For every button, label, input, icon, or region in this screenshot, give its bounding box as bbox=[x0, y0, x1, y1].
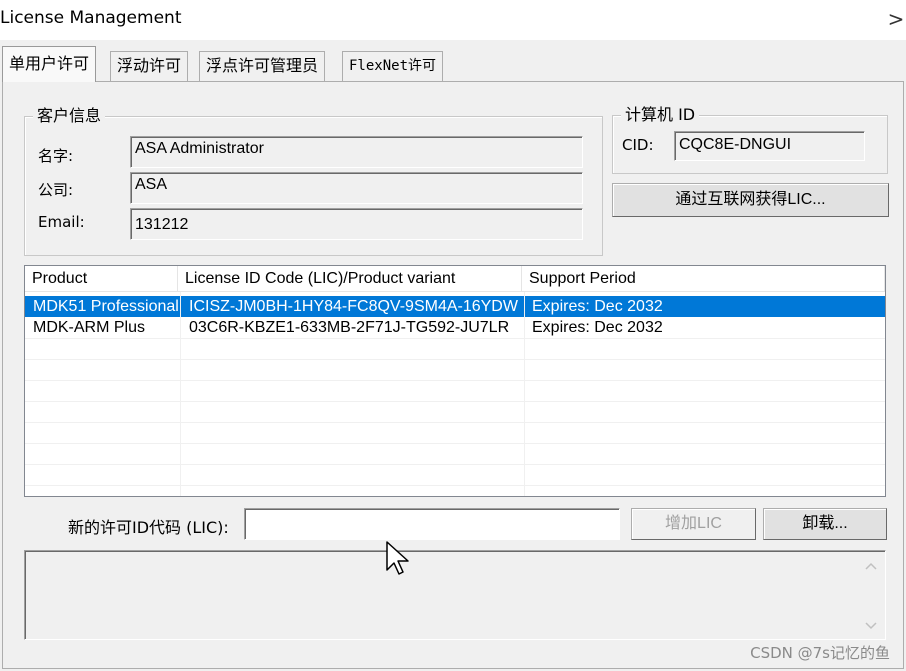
close-icon[interactable]: > bbox=[886, 6, 906, 32]
support-period-cell: Expires: Dec 2032 bbox=[532, 298, 663, 315]
column-header-lic[interactable]: License ID Code (LIC)/Product variant bbox=[178, 266, 522, 292]
chevron-down-icon[interactable] bbox=[859, 617, 883, 637]
customer-info-title: 客户信息 bbox=[33, 107, 106, 125]
title-bar: License Management > bbox=[0, 0, 906, 40]
email-label: Email: bbox=[38, 213, 85, 231]
add-lic-button[interactable]: 增加LIC bbox=[631, 508, 756, 540]
grid-line bbox=[25, 422, 885, 423]
tab-floating-license-admin[interactable]: 浮点许可管理员 bbox=[199, 51, 326, 81]
tab-strip: 单用户许可 浮动许可 浮点许可管理员 FlexNet许可 bbox=[0, 40, 906, 82]
cid-label: CID: bbox=[622, 136, 654, 154]
email-field[interactable]: 131212 bbox=[130, 208, 583, 240]
license-list-header: Product License ID Code (LIC)/Product va… bbox=[25, 266, 885, 292]
grid-line bbox=[180, 292, 181, 496]
table-row[interactable]: MDK51 Professional ICISZ-JM0BH-1HY84-FC8… bbox=[25, 296, 885, 317]
tab-flexnet-license[interactable]: FlexNet许可 bbox=[342, 51, 444, 81]
status-output-box[interactable] bbox=[24, 550, 886, 640]
company-label: 公司: bbox=[38, 181, 74, 199]
tab-floating-license[interactable]: 浮动许可 bbox=[110, 51, 189, 81]
tab-single-user-license[interactable]: 单用户许可 bbox=[2, 46, 97, 82]
grid-line bbox=[25, 443, 885, 444]
grid-line bbox=[524, 292, 525, 496]
new-lic-label: 新的许可ID代码 (LIC): bbox=[68, 518, 229, 537]
column-header-product[interactable]: Product bbox=[25, 266, 178, 292]
product-cell: MDK51 Professional bbox=[33, 298, 178, 315]
table-row[interactable]: MDK-ARM Plus 03C6R-KBZE1-633MB-2F71J-TG5… bbox=[25, 317, 885, 338]
grid-line bbox=[25, 338, 885, 339]
cid-field[interactable]: CQC8E-DNGUI bbox=[674, 131, 865, 161]
window-title: License Management bbox=[0, 8, 182, 28]
lic-cell: ICISZ-JM0BH-1HY84-FC8QV-9SM4A-16YDW bbox=[189, 298, 518, 315]
license-list[interactable]: Product License ID Code (LIC)/Product va… bbox=[24, 265, 886, 497]
uninstall-button[interactable]: 卸载... bbox=[763, 508, 887, 540]
chevron-up-icon[interactable] bbox=[859, 557, 883, 577]
support-period-cell: Expires: Dec 2032 bbox=[532, 319, 663, 336]
grid-line bbox=[25, 464, 885, 465]
name-label: 名字: bbox=[38, 147, 74, 165]
company-field[interactable]: ASA bbox=[130, 172, 583, 204]
grid-line bbox=[25, 401, 885, 402]
new-lic-input[interactable] bbox=[244, 508, 620, 540]
license-management-window: License Management > 单用户许可 浮动许可 浮点许可管理员 … bbox=[0, 0, 906, 671]
lic-cell: 03C6R-KBZE1-633MB-2F71J-TG592-JU7LR bbox=[189, 319, 510, 336]
get-lic-via-internet-button[interactable]: 通过互联网获得LIC... bbox=[612, 183, 889, 217]
column-header-support-period[interactable]: Support Period bbox=[522, 266, 885, 292]
grid-line bbox=[25, 359, 885, 360]
grid-line bbox=[25, 380, 885, 381]
watermark-text: CSDN @7s记忆的鱼 bbox=[750, 644, 890, 662]
grid-line bbox=[25, 485, 885, 486]
vertical-scrollbar[interactable] bbox=[859, 553, 883, 639]
mouse-pointer-icon bbox=[385, 540, 411, 578]
product-cell: MDK-ARM Plus bbox=[33, 319, 146, 336]
name-field[interactable]: ASA Administrator bbox=[130, 136, 583, 168]
computer-id-title: 计算机 ID bbox=[621, 106, 700, 124]
